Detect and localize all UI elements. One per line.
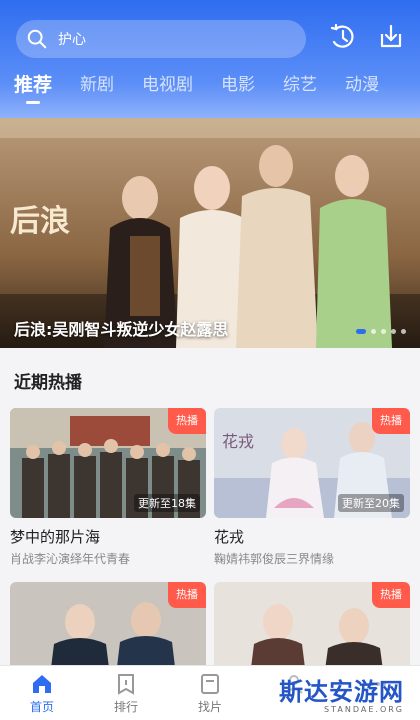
- video-thumbnail: 热播 更新至18集: [10, 408, 206, 518]
- section-title-recent: 近期热播: [14, 373, 82, 393]
- video-description: 肖战李沁演绎年代青春: [10, 552, 131, 566]
- nav-home[interactable]: 首页: [0, 666, 84, 720]
- home-icon: [33, 675, 51, 693]
- download-icon[interactable]: [376, 22, 406, 52]
- video-title: 花戎: [214, 528, 245, 546]
- carousel-dot: [371, 329, 376, 334]
- tab-variety[interactable]: 综艺: [269, 68, 331, 108]
- video-title: 梦中的那片海: [10, 528, 101, 546]
- episode-count: 更新至18集: [134, 494, 200, 512]
- banner-poster-title: 后浪: [10, 204, 70, 239]
- video-description: 鞠婧祎郭俊辰三界情缘: [214, 552, 335, 566]
- carousel-dot: [381, 329, 386, 334]
- nav-find[interactable]: 找片: [168, 666, 252, 720]
- history-icon[interactable]: [328, 22, 358, 52]
- header: 护心 推荐 新剧 电视剧 电影 综艺 动漫: [0, 0, 420, 118]
- search-placeholder: 护心: [58, 32, 86, 48]
- poster-title: 花戎: [222, 432, 255, 451]
- nav-label: 找片: [197, 700, 222, 714]
- hot-badge: 热播: [372, 582, 410, 608]
- video-card[interactable]: 热播 更新至18集 梦中的那片海 肖战李沁演绎年代青春: [10, 408, 206, 567]
- tab-tv-series[interactable]: 电视剧: [128, 68, 207, 108]
- tab-recommend[interactable]: 推荐: [0, 68, 66, 108]
- hot-badge: 热播: [372, 408, 410, 434]
- banner-title: 后浪:吴刚智斗叛逆少女赵露思: [14, 320, 229, 339]
- featured-banner[interactable]: 后浪 后浪:吴刚智斗叛逆少女赵露思: [0, 118, 420, 348]
- find-icon: [201, 674, 219, 694]
- watermark-text: 斯达安游网: [279, 677, 404, 706]
- hot-badge: 热播: [168, 408, 206, 434]
- tab-movie[interactable]: 电影: [207, 68, 269, 108]
- video-thumbnail: 花戎 热播 更新至20集: [214, 408, 410, 518]
- carousel-indicator: [356, 329, 406, 334]
- tab-new-drama[interactable]: 新剧: [66, 68, 128, 108]
- carousel-dot: [391, 329, 396, 334]
- tab-anime[interactable]: 动漫: [331, 68, 393, 108]
- category-tabs: 推荐 新剧 电视剧 电影 综艺 动漫: [0, 68, 420, 108]
- hot-badge: 热播: [168, 582, 206, 608]
- search-icon: [27, 29, 47, 49]
- ranking-icon: [118, 674, 134, 695]
- site-watermark: 斯达安游网 STANDAE.ORG: [279, 672, 404, 714]
- episode-count: 更新至20集: [338, 494, 404, 512]
- video-card[interactable]: 花戎 热播 更新至20集 花戎 鞠婧祎郭俊辰三界情缘: [214, 408, 410, 567]
- nav-label: 排行: [113, 700, 138, 714]
- nav-label: 首页: [29, 700, 54, 714]
- search-bar[interactable]: 护心: [16, 20, 306, 58]
- carousel-dot: [356, 329, 366, 334]
- carousel-dot: [401, 329, 406, 334]
- nav-ranking[interactable]: 排行: [84, 666, 168, 720]
